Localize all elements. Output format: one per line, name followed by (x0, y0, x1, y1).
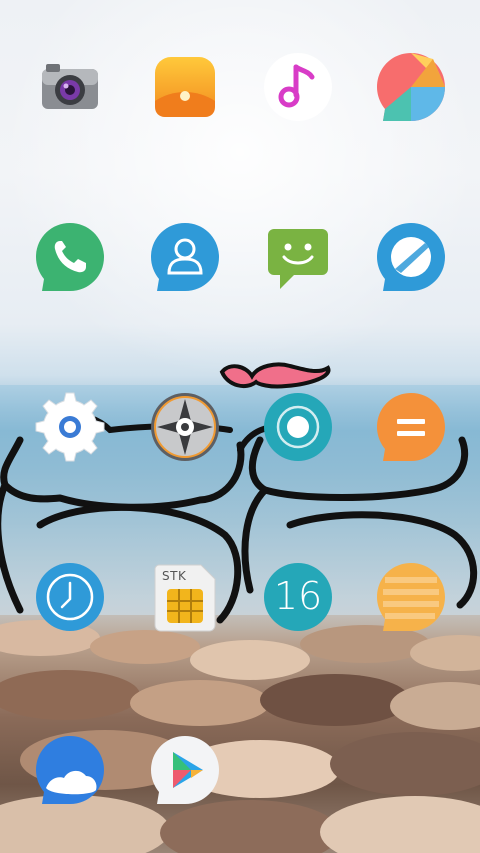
camera-icon (42, 64, 98, 109)
contacts-icon (151, 223, 219, 291)
music-note-icon (264, 53, 332, 121)
weather-icon (36, 736, 104, 804)
smiley-message-icon (268, 229, 328, 289)
camera-app[interactable] (30, 47, 110, 127)
compass-app[interactable] (145, 387, 225, 467)
sim-toolkit-label: STK (162, 569, 187, 583)
music-app[interactable] (258, 47, 338, 127)
compass-browser-icon (377, 223, 445, 291)
messaging-app[interactable] (258, 217, 338, 297)
play-store-app[interactable] (145, 730, 225, 810)
gallery-app[interactable] (145, 47, 225, 127)
weather-app[interactable] (30, 730, 110, 810)
themes-icon (377, 53, 445, 121)
clock-icon (36, 563, 104, 631)
play-store-icon (151, 736, 219, 804)
calculator-app[interactable] (371, 387, 451, 467)
notes-icon (377, 563, 445, 631)
clock-app[interactable] (30, 557, 110, 637)
gear-icon (35, 392, 105, 462)
sim-toolkit-app[interactable]: STK (145, 557, 225, 637)
calculator-icon (377, 393, 445, 461)
settings-app[interactable] (30, 387, 110, 467)
contacts-app[interactable] (145, 217, 225, 297)
recorder-app[interactable] (258, 387, 338, 467)
phone-icon (36, 223, 104, 291)
phone-app[interactable] (30, 217, 110, 297)
calendar-date: 16 (273, 574, 323, 618)
calendar-app[interactable]: 16 (258, 557, 338, 637)
themes-app[interactable] (371, 47, 451, 127)
compass-icon (151, 393, 219, 461)
notes-app[interactable] (371, 557, 451, 637)
browser-app[interactable] (371, 217, 451, 297)
record-icon (264, 393, 332, 461)
gallery-icon (155, 57, 215, 117)
